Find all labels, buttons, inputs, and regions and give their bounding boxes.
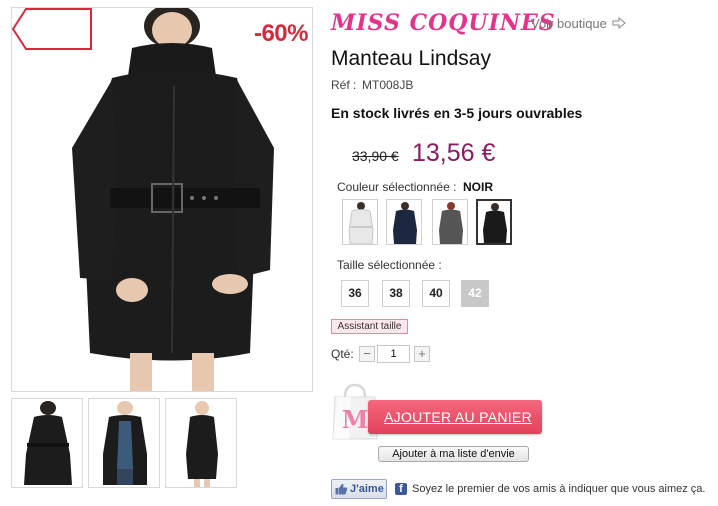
quantity-increase-button[interactable]: + <box>414 346 430 362</box>
color-swatch-grey[interactable] <box>432 199 468 245</box>
thumbnail-strip <box>11 398 241 490</box>
store-link[interactable]: Voir boutique <box>531 16 607 31</box>
brand-logo[interactable]: MISS COQUINES <box>331 10 556 36</box>
facebook-icon: f <box>395 483 407 495</box>
add-to-cart-button[interactable]: AJOUTER AU PANIER <box>368 400 542 434</box>
size-option-36[interactable]: 36 <box>341 280 369 307</box>
coat-grey-icon <box>439 202 463 244</box>
thumbnail-1[interactable] <box>11 398 83 488</box>
quantity-label: Qté: <box>331 347 354 361</box>
coat-back-thumbnail-icon <box>24 401 72 485</box>
coat-side-thumbnail-icon <box>186 401 218 487</box>
thumbs-up-icon <box>335 483 348 495</box>
quantity-input[interactable]: 1 <box>377 345 410 363</box>
arrow-right-icon[interactable] <box>612 17 626 29</box>
reference-value: MT008JB <box>362 78 414 92</box>
sale-price: 13,56 € <box>412 139 496 167</box>
coat-white-icon <box>348 202 374 244</box>
svg-text:M: M <box>342 405 369 434</box>
size-assistant-button[interactable]: Assistant taille <box>331 319 408 334</box>
add-to-wishlist-button[interactable]: Ajouter à ma liste d'envie <box>378 446 529 462</box>
color-swatch-white[interactable] <box>342 199 378 245</box>
old-price: 33,90 € <box>352 148 399 164</box>
facebook-like-button[interactable]: J'aime <box>331 479 387 499</box>
coat-open-thumbnail-icon <box>103 401 147 485</box>
size-option-38[interactable]: 38 <box>382 280 410 307</box>
coat-black-icon <box>483 203 507 243</box>
size-option-42: 42 <box>461 280 489 307</box>
color-swatch-black[interactable] <box>476 199 512 245</box>
size-option-40[interactable]: 40 <box>422 280 450 307</box>
coat-navy-icon <box>393 202 417 244</box>
quantity-decrease-button[interactable]: − <box>359 346 375 362</box>
stock-status: En stock livrés en 3-5 jours ouvrables <box>331 105 583 121</box>
like-label: J'aime <box>350 483 384 495</box>
social-proof-text: Soyez le premier de vos amis à indiquer … <box>412 483 706 495</box>
color-label: Couleur sélectionnée : <box>337 180 457 194</box>
add-to-cart-label: AJOUTER AU PANIER <box>384 409 532 425</box>
main-product-image[interactable]: -60% <box>11 7 313 392</box>
thumbnail-2[interactable] <box>88 398 160 488</box>
color-swatch-navy[interactable] <box>386 199 422 245</box>
selected-color-value: NOIR <box>463 180 493 194</box>
discount-percentage: -60% <box>253 20 309 47</box>
thumbnail-3[interactable] <box>165 398 237 488</box>
size-label: Taille sélectionnée : <box>337 258 442 272</box>
page-title: Manteau Lindsay <box>331 47 491 70</box>
brand-row: MISS COQUINES Voir boutique <box>331 10 711 36</box>
coat-model-illustration <box>12 8 312 391</box>
reference-label: Réf : <box>331 78 357 92</box>
discount-badge <box>12 8 92 50</box>
